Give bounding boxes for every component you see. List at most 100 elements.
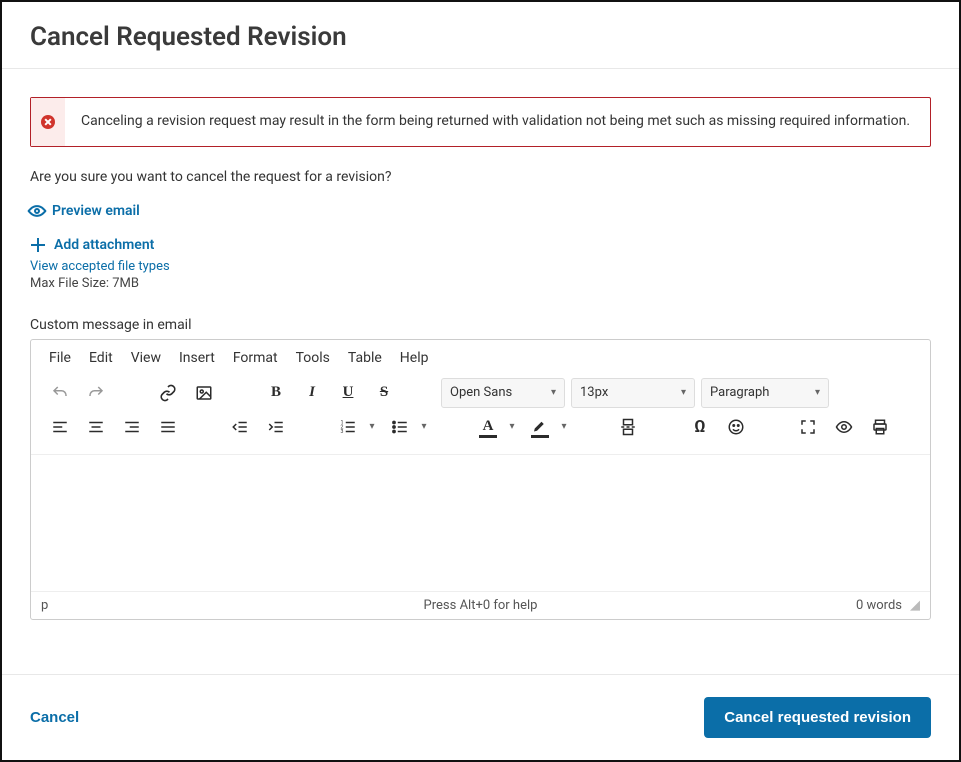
link-button[interactable]	[153, 378, 183, 408]
align-center-icon	[87, 418, 105, 436]
block-format-select[interactable]: Paragraph ▾	[701, 378, 829, 408]
image-icon	[195, 384, 213, 402]
help-hint: Press Alt+0 for help	[31, 598, 930, 613]
plus-icon	[30, 237, 46, 253]
unordered-list-icon	[391, 418, 409, 436]
menu-insert[interactable]: Insert	[179, 350, 215, 366]
unordered-list-options[interactable]: ▾	[417, 412, 431, 442]
undo-button[interactable]	[45, 378, 75, 408]
max-file-size-text: Max File Size: 7MB	[30, 276, 931, 291]
bold-icon: B	[271, 384, 281, 401]
page-break-button[interactable]	[613, 412, 643, 442]
align-center-button[interactable]	[81, 412, 111, 442]
view-accepted-file-types-link[interactable]: View accepted file types	[30, 259, 931, 274]
warning-alert: Canceling a revision request may result …	[30, 97, 931, 147]
preview-button[interactable]	[829, 412, 859, 442]
ordered-list-options[interactable]: ▾	[365, 412, 379, 442]
preview-email-label: Preview email	[52, 203, 140, 219]
editor-content-area[interactable]	[31, 455, 930, 591]
dialog-cancel-requested-revision: Cancel Requested Revision Canceling a re…	[0, 0, 961, 762]
chevron-down-icon: ▾	[681, 387, 686, 398]
cancel-requested-revision-button[interactable]: Cancel requested revision	[704, 697, 931, 738]
underline-icon: U	[343, 384, 354, 401]
bold-button[interactable]: B	[261, 378, 291, 408]
menu-table[interactable]: Table	[348, 350, 382, 366]
highlight-color-options[interactable]: ▾	[557, 412, 571, 442]
special-character-button[interactable]: Ω	[685, 412, 715, 442]
text-color-icon: A	[483, 418, 494, 435]
emoji-icon	[727, 418, 745, 436]
align-right-button[interactable]	[117, 412, 147, 442]
cancel-button[interactable]: Cancel	[30, 709, 79, 726]
toolbar-row-1: B I U S Open Sans ▾ 13px ▾ Paragraph	[45, 378, 916, 408]
svg-text:3: 3	[341, 429, 344, 435]
indent-button[interactable]	[261, 412, 291, 442]
editor-menubar: File Edit View Insert Format Tools Table…	[31, 340, 930, 376]
add-attachment-label: Add attachment	[54, 237, 154, 253]
dialog-body: Canceling a revision request may result …	[2, 69, 959, 674]
menu-edit[interactable]: Edit	[89, 350, 113, 366]
print-button[interactable]	[865, 412, 895, 442]
font-family-value: Open Sans	[450, 385, 512, 400]
link-icon	[159, 384, 177, 402]
menu-format[interactable]: Format	[233, 350, 278, 366]
editor-toolbar: B I U S Open Sans ▾ 13px ▾ Paragraph	[31, 376, 930, 455]
strikethrough-icon: S	[380, 384, 388, 401]
menu-tools[interactable]: Tools	[296, 350, 330, 366]
outdent-icon	[231, 418, 249, 436]
block-format-value: Paragraph	[710, 385, 769, 400]
highlight-color-button[interactable]	[525, 412, 555, 442]
print-icon	[871, 418, 889, 436]
alert-icon-column	[31, 98, 65, 146]
italic-icon: I	[309, 384, 315, 401]
word-count: 0 words	[856, 598, 902, 613]
highlight-icon	[531, 418, 549, 436]
dialog-title: Cancel Requested Revision	[30, 22, 931, 52]
chevron-down-icon: ▾	[815, 387, 820, 398]
font-size-value: 13px	[580, 385, 608, 400]
element-path[interactable]: p	[41, 598, 48, 613]
align-left-button[interactable]	[45, 412, 75, 442]
dialog-footer: Cancel Cancel requested revision	[2, 674, 959, 760]
add-attachment-link[interactable]: Add attachment	[30, 237, 931, 253]
align-right-icon	[123, 418, 141, 436]
toolbar-row-2: 123 ▾ ▾ A ▾	[45, 412, 916, 442]
preview-eye-icon	[834, 418, 854, 436]
preview-email-link[interactable]: Preview email	[30, 203, 931, 219]
unordered-list-button[interactable]	[385, 412, 415, 442]
text-color-options[interactable]: ▾	[505, 412, 519, 442]
ordered-list-button[interactable]: 123	[333, 412, 363, 442]
page-break-icon	[619, 418, 637, 436]
rich-text-editor: File Edit View Insert Format Tools Table…	[30, 339, 931, 620]
align-left-icon	[51, 418, 69, 436]
underline-button[interactable]: U	[333, 378, 363, 408]
dialog-header: Cancel Requested Revision	[2, 2, 959, 69]
outdent-button[interactable]	[225, 412, 255, 442]
resize-handle[interactable]: ◢	[910, 598, 920, 613]
alert-text: Canceling a revision request may result …	[65, 98, 926, 146]
font-size-select[interactable]: 13px ▾	[571, 378, 695, 408]
text-color-button[interactable]: A	[473, 412, 503, 442]
emoji-button[interactable]	[721, 412, 751, 442]
align-justify-button[interactable]	[153, 412, 183, 442]
menu-file[interactable]: File	[49, 350, 71, 366]
italic-button[interactable]: I	[297, 378, 327, 408]
align-justify-icon	[159, 418, 177, 436]
fullscreen-icon	[799, 418, 817, 436]
font-family-select[interactable]: Open Sans ▾	[441, 378, 565, 408]
menu-view[interactable]: View	[131, 350, 161, 366]
eye-icon	[27, 201, 47, 221]
fullscreen-button[interactable]	[793, 412, 823, 442]
ordered-list-icon: 123	[339, 418, 357, 436]
chevron-down-icon: ▾	[551, 387, 556, 398]
error-icon	[41, 115, 55, 129]
redo-button[interactable]	[81, 378, 111, 408]
omega-icon: Ω	[694, 417, 705, 437]
image-button[interactable]	[189, 378, 219, 408]
custom-message-label: Custom message in email	[30, 317, 931, 333]
menu-help[interactable]: Help	[400, 350, 429, 366]
strikethrough-button[interactable]: S	[369, 378, 399, 408]
editor-statusbar: p Press Alt+0 for help 0 words ◢	[31, 591, 930, 619]
redo-icon	[87, 384, 105, 402]
undo-icon	[51, 384, 69, 402]
